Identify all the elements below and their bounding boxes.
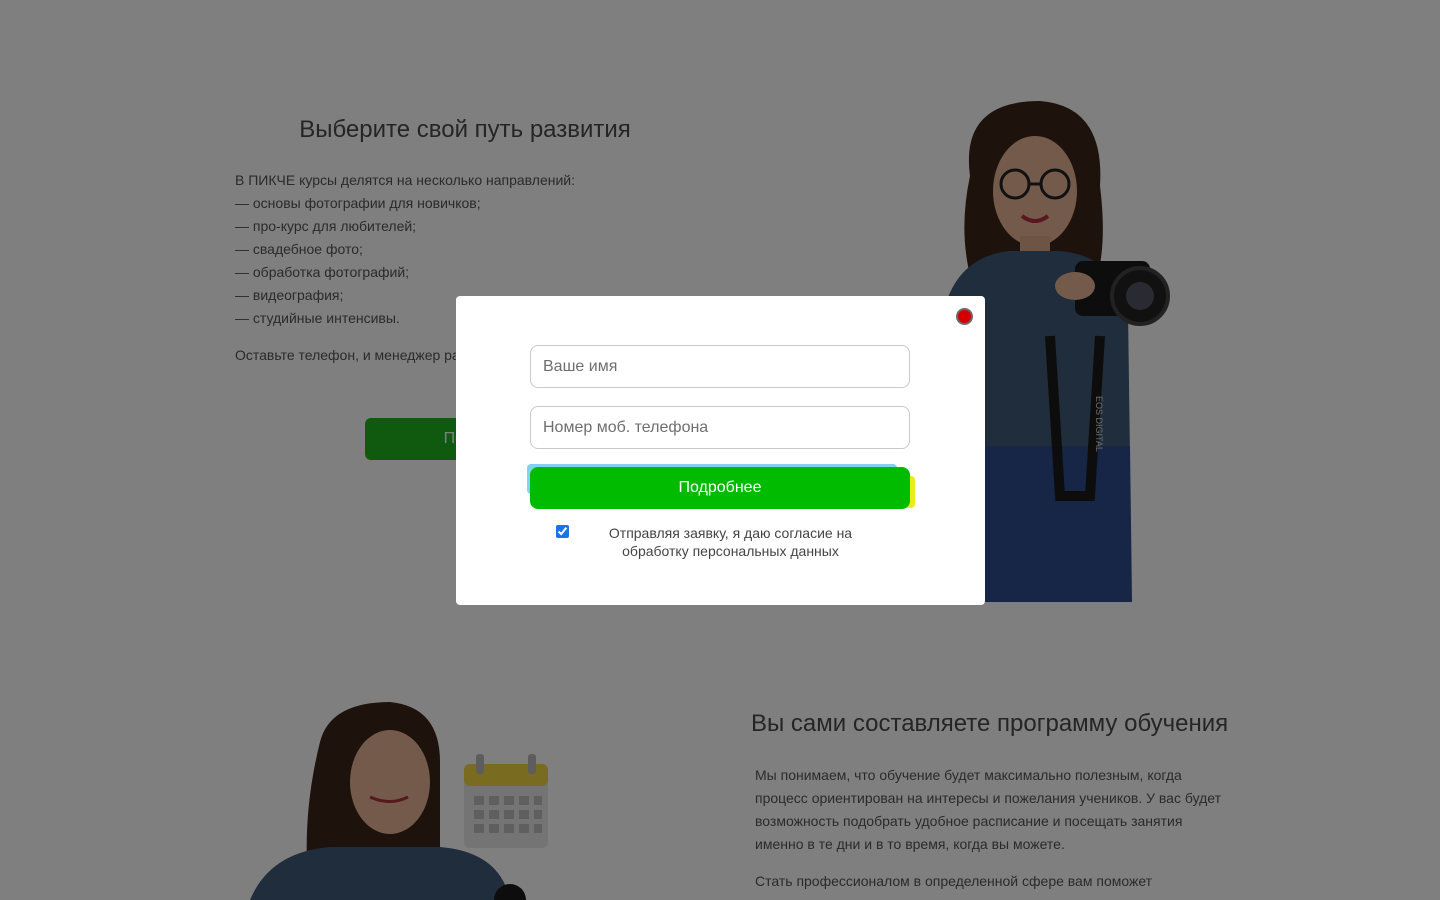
close-icon[interactable] xyxy=(956,308,973,325)
submit-button[interactable]: Подробнее xyxy=(530,467,910,509)
page: Выберите свой путь развития В ПИКЧЕ курс… xyxy=(0,0,1440,900)
phone-input[interactable] xyxy=(530,406,910,449)
consent-row[interactable]: Отправляя заявку, я даю согласие на обра… xyxy=(556,524,886,560)
name-input[interactable] xyxy=(530,345,910,388)
submit-button-wrapper: Подробнее xyxy=(527,464,915,514)
consent-checkbox[interactable] xyxy=(556,525,569,538)
callback-modal: Подробнее Отправляя заявку, я даю соглас… xyxy=(456,296,985,605)
consent-label: Отправляя заявку, я даю согласие на обра… xyxy=(608,525,853,559)
